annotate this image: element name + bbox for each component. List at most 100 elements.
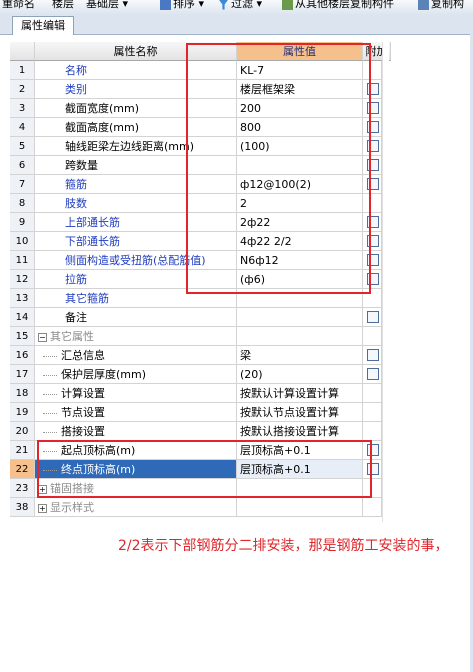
- additional-cell: [363, 308, 382, 327]
- property-name: 类别: [65, 83, 87, 96]
- property-value[interactable]: 按默认计算设置计算: [237, 384, 363, 403]
- table-row[interactable]: 15− 其它属性: [10, 327, 382, 346]
- row-number-header: [10, 42, 35, 61]
- property-name: 计算设置: [61, 387, 105, 400]
- property-name-cell: 搭接设置: [35, 422, 237, 441]
- property-value[interactable]: [237, 308, 363, 327]
- property-value[interactable]: 按默认搭接设置计算: [237, 422, 363, 441]
- sort-icon: [160, 0, 171, 10]
- additional-cell: [363, 365, 382, 384]
- copy-component-label: 复制构: [431, 0, 464, 10]
- sort-label: 排序: [173, 0, 195, 10]
- additional-cell: [363, 403, 382, 422]
- row-number: 11: [10, 251, 35, 270]
- property-name-cell: 备注: [35, 308, 237, 327]
- annotation-note: 2/2表示下部钢筋分二排安装，那是钢筋工安装的事，: [118, 538, 449, 554]
- copy-component-button[interactable]: 复制构: [418, 0, 464, 12]
- highlight-box-elevation: [37, 440, 372, 498]
- property-name: 显示样式: [50, 501, 94, 514]
- property-value[interactable]: [237, 498, 363, 517]
- row-number: 9: [10, 213, 35, 232]
- row-number: 10: [10, 232, 35, 251]
- property-name-cell: + 显示样式: [35, 498, 237, 517]
- tree-line: [43, 374, 57, 376]
- rename-button[interactable]: 重命名: [2, 0, 35, 12]
- property-name-cell: 保护层厚度(mm): [35, 365, 237, 384]
- row-number: 18: [10, 384, 35, 403]
- tree-line: [43, 431, 57, 433]
- tree-line: [43, 355, 57, 357]
- floor-select-value: 基础层: [86, 0, 119, 10]
- property-name: 搭接设置: [61, 425, 105, 438]
- row-number: 8: [10, 194, 35, 213]
- floor-label: 楼层: [52, 0, 74, 10]
- additional-cell: [363, 498, 382, 517]
- property-value[interactable]: (20): [237, 365, 363, 384]
- property-name-cell: − 其它属性: [35, 327, 237, 346]
- property-name: 截面高度(mm): [65, 121, 140, 134]
- property-name: 跨数量: [65, 159, 98, 172]
- table-row[interactable]: 17 保护层厚度(mm) (20): [10, 365, 382, 384]
- chevron-down-icon: ▾: [122, 0, 129, 10]
- property-name: 节点设置: [61, 406, 105, 419]
- row-number: 19: [10, 403, 35, 422]
- row-number: 3: [10, 99, 35, 118]
- row-number: 23: [10, 479, 35, 498]
- row-number: 13: [10, 289, 35, 308]
- row-number: 2: [10, 80, 35, 99]
- property-name: 汇总信息: [61, 349, 105, 362]
- property-name: 下部通长筋: [65, 235, 120, 248]
- property-name: 备注: [65, 311, 87, 324]
- collapse-icon[interactable]: −: [38, 332, 47, 342]
- property-name: 箍筋: [65, 178, 87, 191]
- property-name: 上部通长筋: [65, 216, 120, 229]
- scrollbar[interactable]: [382, 42, 389, 522]
- row-number: 15: [10, 327, 35, 346]
- toolbar: 重命名 楼层 基础层 ▾ 排序 ▾ 过滤 ▾ 从其他楼层复制构件 复制构: [0, 0, 473, 15]
- additional-checkbox[interactable]: [367, 368, 379, 380]
- table-row[interactable]: 14 备注: [10, 308, 382, 327]
- property-name: 轴线距梁左边线距离(mm): [65, 140, 195, 153]
- property-value[interactable]: 按默认节点设置计算: [237, 403, 363, 422]
- row-number: 1: [10, 61, 35, 80]
- floor-select[interactable]: 基础层 ▾: [86, 0, 128, 12]
- additional-cell: [363, 327, 382, 346]
- property-name: 侧面构造或受扭筋(总配筋值): [65, 254, 206, 267]
- row-number: 6: [10, 156, 35, 175]
- row-number: 38: [10, 498, 35, 517]
- expand-icon[interactable]: +: [38, 503, 47, 513]
- table-row[interactable]: 19 节点设置 按默认节点设置计算: [10, 403, 382, 422]
- property-name: 名称: [65, 64, 87, 77]
- row-number: 17: [10, 365, 35, 384]
- table-row[interactable]: 16 汇总信息 梁: [10, 346, 382, 365]
- filter-icon: [218, 0, 229, 10]
- copy-floor-icon: [282, 0, 293, 10]
- property-name: 肢数: [65, 197, 87, 210]
- table-row[interactable]: 20 搭接设置 按默认搭接设置计算: [10, 422, 382, 441]
- additional-checkbox[interactable]: [367, 311, 379, 323]
- row-number: 22: [10, 460, 35, 479]
- tree-line: [43, 412, 57, 414]
- row-number: 21: [10, 441, 35, 460]
- additional-cell: [363, 346, 382, 365]
- property-name: 截面宽度(mm): [65, 102, 140, 115]
- copy-icon: [418, 0, 429, 10]
- table-row[interactable]: 38 + 显示样式: [10, 498, 382, 517]
- property-value[interactable]: [237, 327, 363, 346]
- sort-button[interactable]: 排序 ▾: [160, 0, 204, 12]
- tab-property-edit[interactable]: 属性编辑: [12, 16, 74, 35]
- property-name-cell: 计算设置: [35, 384, 237, 403]
- additional-checkbox[interactable]: [367, 349, 379, 361]
- filter-button[interactable]: 过滤 ▾: [218, 0, 262, 12]
- additional-cell: [363, 422, 382, 441]
- property-value[interactable]: 梁: [237, 346, 363, 365]
- additional-cell: [363, 384, 382, 403]
- row-number: 5: [10, 137, 35, 156]
- property-name: 其它属性: [50, 330, 94, 343]
- copy-from-floor-label: 从其他楼层复制构件: [295, 0, 394, 10]
- property-name: 其它箍筋: [65, 292, 109, 305]
- table-row[interactable]: 18 计算设置 按默认计算设置计算: [10, 384, 382, 403]
- copy-from-floor-button[interactable]: 从其他楼层复制构件: [282, 0, 394, 12]
- row-number: 12: [10, 270, 35, 289]
- row-number: 4: [10, 118, 35, 137]
